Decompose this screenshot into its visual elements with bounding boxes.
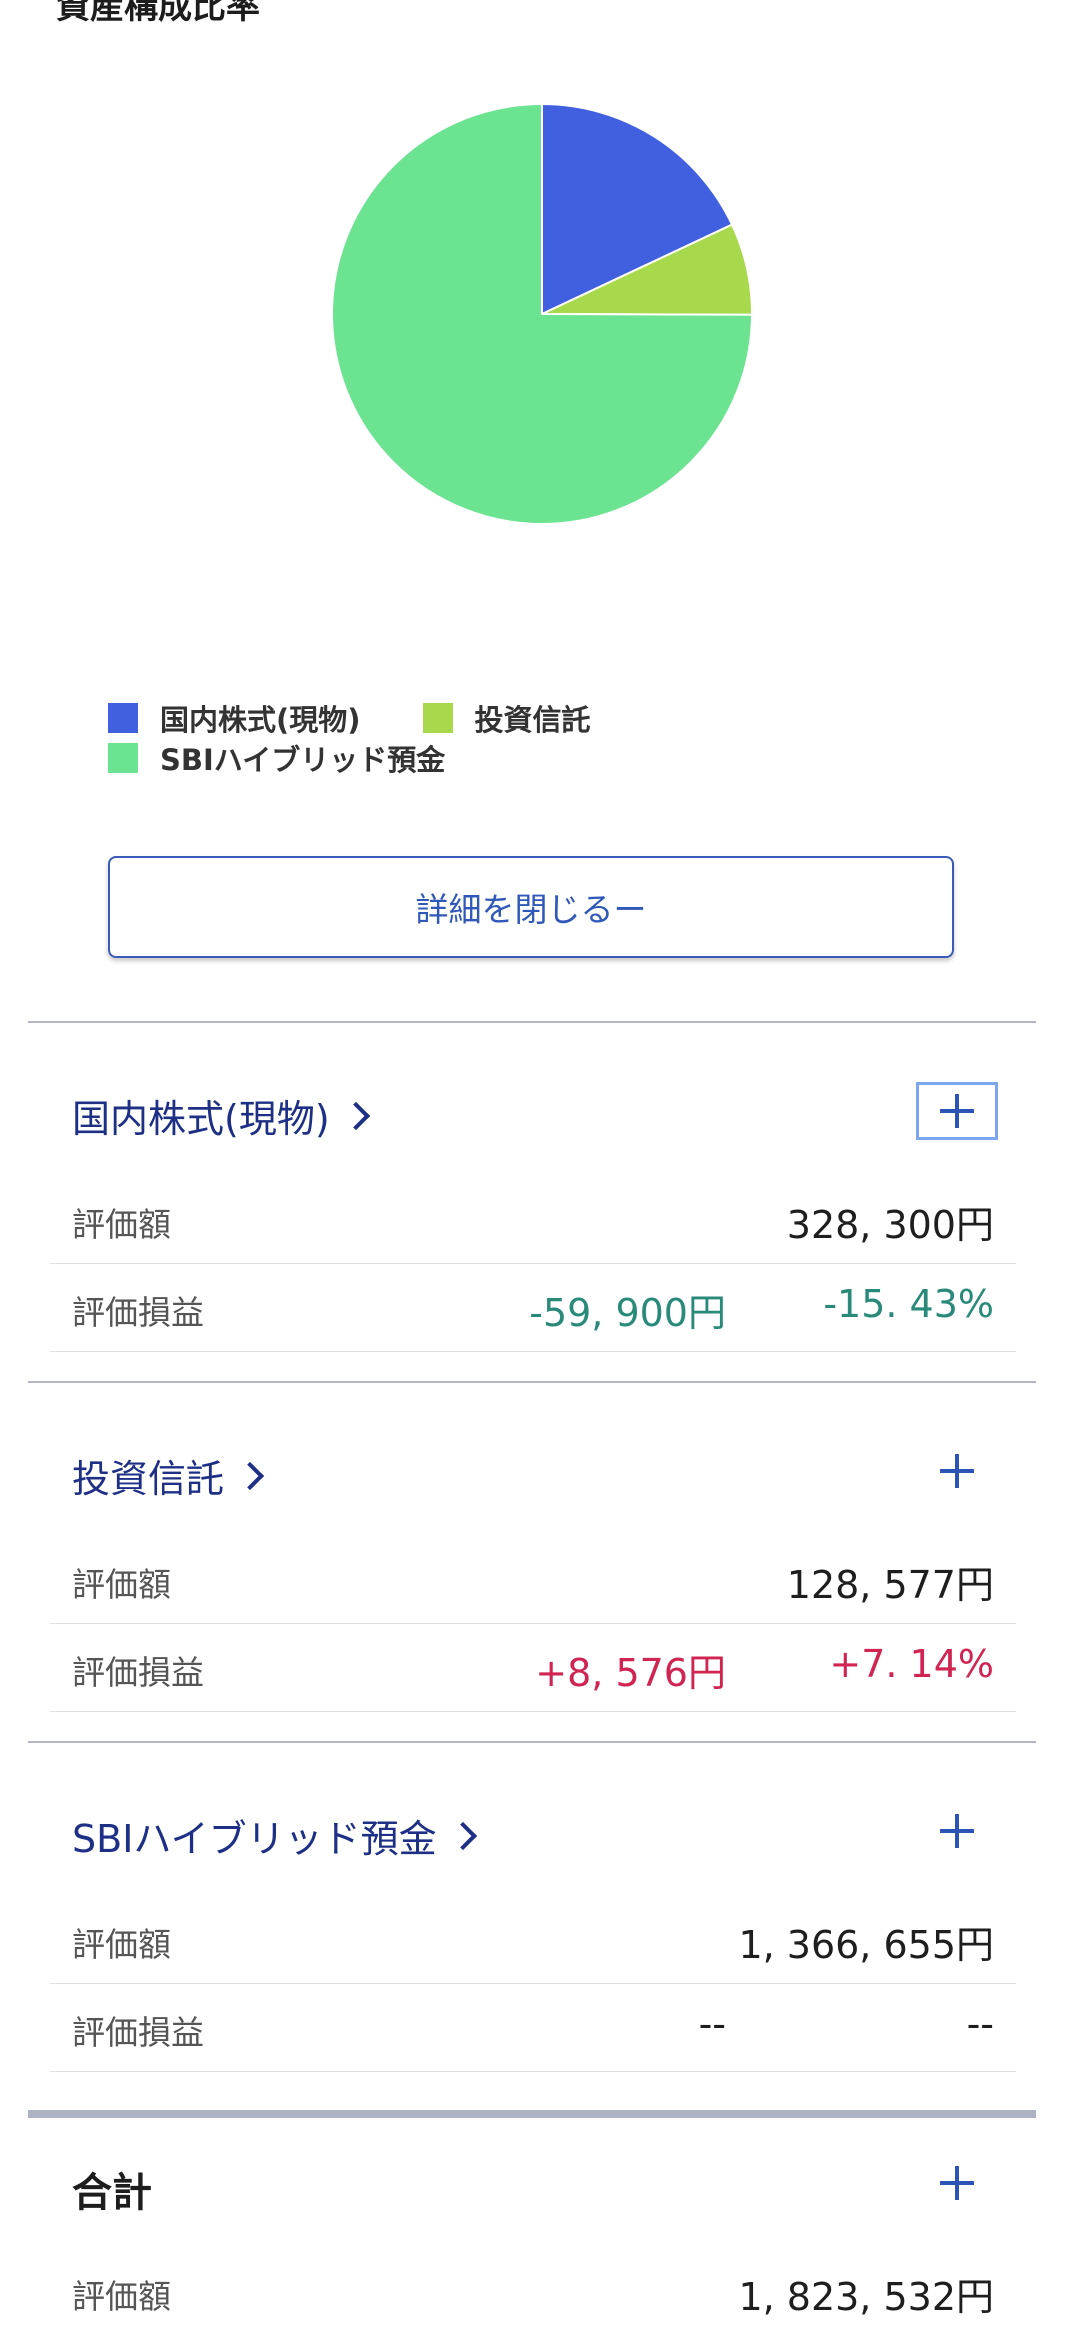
category-link-domestic-stock[interactable]: 国内株式(現物) <box>72 1088 370 1143</box>
expand-plus-button[interactable] <box>916 2154 998 2212</box>
valuation-amount: 328, 300円 <box>786 1203 994 1247</box>
pie-svg <box>331 102 754 525</box>
total-divider <box>28 2110 1036 2118</box>
legend-item-domestic-stock: 国内株式(現物) <box>108 697 361 739</box>
expand-plus-button[interactable] <box>916 1082 998 1140</box>
row-label: 評価損益 <box>72 2013 204 2052</box>
legend-swatch <box>108 743 138 773</box>
chart-legend: 国内株式(現物) 投資信託 SBIハイブリッド預金 <box>108 698 808 778</box>
legend-label: 国内株式(現物) <box>160 703 361 737</box>
table-row: 評価額 128, 577円 <box>50 1536 1016 1624</box>
asset-allocation-pie-chart <box>330 102 754 526</box>
total-title: 合計 <box>72 2170 152 2216</box>
legend-label: SBIハイブリッド預金 <box>160 743 446 777</box>
row-label: 評価損益 <box>72 1653 204 1692</box>
profit-loss-percent: -- <box>966 2002 994 2046</box>
legend-label: 投資信託 <box>474 703 591 737</box>
row-label: 評価額 <box>72 1925 171 1964</box>
row-label: 評価額 <box>72 1205 171 1244</box>
section-divider <box>28 1381 1036 1383</box>
expand-plus-button[interactable] <box>916 1802 998 1860</box>
profit-loss-amount: -59, 900円 <box>529 1291 726 1335</box>
table-row: 評価額 1, 823, 532円 <box>50 2248 1016 2336</box>
legend-item-hybrid-deposit: SBIハイブリッド預金 <box>108 737 445 779</box>
legend-item-investment-trust: 投資信託 <box>422 697 591 739</box>
table-row: 評価額 1, 366, 655円 <box>50 1896 1016 1984</box>
table-row: 評価額 328, 300円 <box>50 1176 1016 1264</box>
chevron-right-icon <box>448 1821 477 1850</box>
valuation-amount: 128, 577円 <box>786 1563 994 1607</box>
valuation-amount: 1, 366, 655円 <box>738 1923 994 1967</box>
profit-loss-amount: -- <box>698 2002 726 2046</box>
profit-loss-amount: +8, 576円 <box>535 1651 726 1695</box>
legend-swatch <box>422 703 453 733</box>
table-row: 評価損益 -59, 900円 -15. 43% <box>50 1264 1016 1352</box>
chevron-right-icon <box>341 1101 370 1130</box>
category-title: 投資信託 <box>72 1457 225 1501</box>
category-title: SBIハイブリッド預金 <box>72 1817 437 1861</box>
legend-swatch <box>108 703 138 733</box>
chevron-right-icon <box>235 1461 265 1490</box>
category-link-hybrid-deposit[interactable]: SBIハイブリッド預金 <box>72 1808 477 1863</box>
category-title: 国内株式(現物) <box>72 1097 330 1141</box>
valuation-amount: 1, 823, 532円 <box>738 2275 994 2319</box>
table-row: 評価損益 -- -- <box>50 1984 1016 2072</box>
category-link-investment-trust[interactable]: 投資信託 <box>72 1448 265 1503</box>
row-label: 評価額 <box>72 2277 171 2316</box>
section-title: 資産構成比率 <box>56 0 260 27</box>
section-divider <box>28 1021 1036 1023</box>
table-row: 評価損益 +8, 576円 +7. 14% <box>50 1624 1016 1712</box>
profit-loss-percent: -15. 43% <box>823 1282 994 1326</box>
row-label: 評価額 <box>72 1565 171 1604</box>
row-label: 評価損益 <box>72 1293 204 1332</box>
section-divider <box>28 1741 1036 1743</box>
profit-loss-percent: +7. 14% <box>829 1642 994 1686</box>
expand-plus-button[interactable] <box>916 1442 998 1500</box>
close-details-button[interactable]: 詳細を閉じるー <box>108 856 954 958</box>
